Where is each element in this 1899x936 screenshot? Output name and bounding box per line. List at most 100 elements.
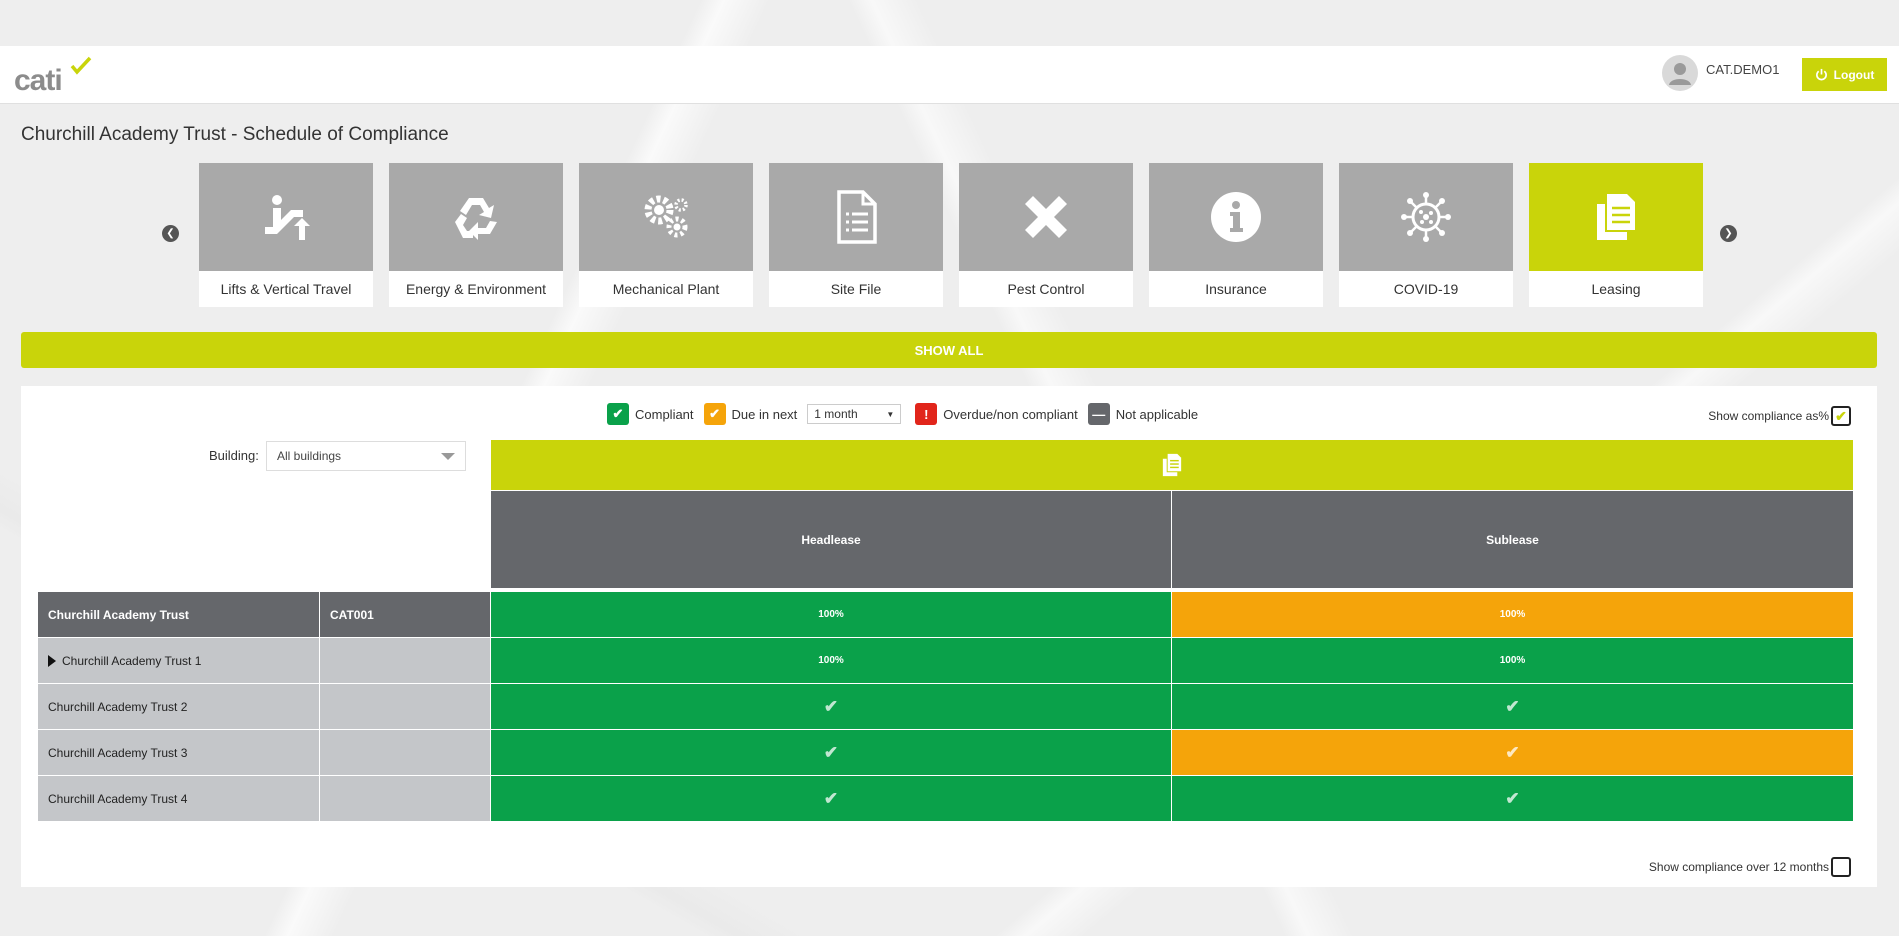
expand-arrow-icon[interactable] <box>48 654 56 667</box>
row-code <box>320 730 490 775</box>
check-icon: ✔ <box>823 742 839 762</box>
legend-label: Due in next <box>731 406 798 422</box>
row-code <box>320 638 490 683</box>
recycle-icon <box>455 198 497 240</box>
user-info[interactable]: CAT.DEMO1 <box>1662 55 1779 91</box>
period-select[interactable]: 1 month ▼ <box>807 404 902 424</box>
legend-compliant: ✔ Compliant <box>607 403 694 425</box>
compliance-panel: ✔ Compliant ✔ Due in next 1 month ▼ ! Ov… <box>21 386 1877 887</box>
show-12-months-toggle[interactable]: Show compliance over 12 months <box>1649 857 1851 877</box>
tile-label: COVID-19 <box>1393 281 1459 297</box>
tile-label: Leasing <box>1591 281 1641 297</box>
building-label: Building: <box>209 448 259 463</box>
period-value: 1 month <box>814 407 858 421</box>
building-value: All buildings <box>277 449 342 463</box>
legend-due: ✔ Due in next <box>703 403 798 425</box>
show-12-months-label: Show compliance over 12 months <box>1648 860 1829 874</box>
row-label[interactable]: Churchill Academy Trust 4 <box>38 776 319 821</box>
row-label[interactable]: Churchill Academy Trust <box>38 592 319 637</box>
row-label[interactable]: Churchill Academy Trust 1 <box>38 638 319 683</box>
copy-document-icon <box>1597 194 1635 240</box>
cati-logo[interactable]: cati <box>14 56 94 97</box>
compliance-cell[interactable]: ✔ <box>491 776 1171 821</box>
tile-leasing[interactable]: Leasing <box>1529 163 1703 307</box>
tile-label: Energy & Environment <box>405 281 547 297</box>
check-icon: ✔ <box>1505 742 1520 762</box>
info-icon <box>1211 192 1261 242</box>
svg-text:cati: cati <box>14 64 62 94</box>
show-pct-label: Show compliance as% <box>1708 409 1829 423</box>
virus-icon <box>1401 192 1451 242</box>
compliance-cell[interactable]: 100% <box>1172 638 1853 683</box>
row-code <box>320 684 490 729</box>
top-bar: cati CAT.DEMO1 Logout <box>0 46 1899 104</box>
row-label[interactable]: Churchill Academy Trust 3 <box>38 730 319 775</box>
column-header-sublease[interactable]: Sublease <box>1172 491 1853 588</box>
carousel-prev-button[interactable]: ❮ <box>162 225 179 242</box>
row-code: CAT001 <box>320 592 490 637</box>
compliance-cell[interactable]: ✔ <box>1172 684 1853 729</box>
column-header-headlease[interactable]: Headlease <box>491 491 1171 588</box>
legend-label: Not applicable <box>1115 406 1199 422</box>
tile-mechanical[interactable]: Mechanical Plant <box>579 163 753 307</box>
check-icon: ✔ <box>607 403 629 425</box>
compliance-cell[interactable]: 100% <box>1172 592 1853 637</box>
legend-label: Compliant <box>635 406 694 422</box>
building-select[interactable]: All buildings <box>266 441 466 471</box>
show-all-button[interactable]: SHOW ALL <box>21 332 1877 368</box>
show-pct-checkbox[interactable]: ✔ <box>1831 406 1851 426</box>
check-icon: ✔ <box>823 696 839 716</box>
legend-not-applicable: — Not applicable <box>1087 403 1199 425</box>
logout-button[interactable]: Logout <box>1802 58 1887 91</box>
row-code <box>320 776 490 821</box>
tile-label: Pest Control <box>1007 281 1085 297</box>
user-icon <box>1669 63 1691 85</box>
tile-label: Mechanical Plant <box>612 281 720 297</box>
legend-label: Overdue/non compliant <box>943 406 1078 422</box>
tile-lifts[interactable]: Lifts & Vertical Travel <box>199 163 373 307</box>
chevron-left-icon: ❮ <box>166 228 175 239</box>
chevron-right-icon: ❯ <box>1724 228 1733 239</box>
check-icon: ✔ <box>1505 696 1520 716</box>
tile-label: Insurance <box>1205 281 1267 297</box>
cross-icon <box>1025 196 1067 238</box>
carousel-next-button[interactable]: ❯ <box>1720 225 1737 242</box>
page-title: Churchill Academy Trust - Schedule of Co… <box>21 124 449 145</box>
check-icon: ✔ <box>703 403 726 425</box>
compliance-cell[interactable]: 100% <box>491 592 1171 637</box>
copy-document-icon <box>1162 453 1182 477</box>
minus-icon: — <box>1087 403 1110 425</box>
tile-label: Lifts & Vertical Travel <box>220 281 352 297</box>
tile-site-file[interactable]: Site File <box>769 163 943 307</box>
gears-icon <box>644 195 688 238</box>
compliance-cell[interactable]: ✔ <box>1172 776 1853 821</box>
legend: ✔ Compliant ✔ Due in next 1 month ▼ ! Ov… <box>607 403 1204 425</box>
logout-label: Logout <box>1833 67 1875 82</box>
compliance-cell[interactable]: ✔ <box>491 730 1171 775</box>
category-tiles: Lifts & Vertical Travel Energy & Environ… <box>199 163 1703 307</box>
legend-overdue: ! Overdue/non compliant <box>915 403 1078 425</box>
group-header-leasing <box>491 440 1853 490</box>
row-name: Churchill Academy Trust 1 <box>62 653 202 668</box>
check-icon: ✔ <box>823 788 839 808</box>
power-icon <box>1815 68 1827 81</box>
tile-insurance[interactable]: Insurance <box>1149 163 1323 307</box>
document-icon <box>837 190 877 244</box>
username: CAT.DEMO1 <box>1706 61 1780 77</box>
row-label[interactable]: Churchill Academy Trust 2 <box>38 684 319 729</box>
exclamation-icon: ! <box>915 403 938 425</box>
compliance-cell[interactable]: ✔ <box>1172 730 1853 775</box>
compliance-cell[interactable]: 100% <box>491 638 1171 683</box>
avatar[interactable] <box>1662 55 1698 91</box>
show-pct-toggle[interactable]: Show compliance as% ✔ <box>1708 406 1851 426</box>
tile-energy[interactable]: Energy & Environment <box>389 163 563 307</box>
chevron-down-icon <box>441 452 455 460</box>
tile-pest-control[interactable]: Pest Control <box>959 163 1133 307</box>
show-12-months-checkbox[interactable] <box>1831 857 1851 877</box>
escalator-icon <box>265 195 310 240</box>
tile-label: Site File <box>830 281 882 297</box>
compliance-cell[interactable]: ✔ <box>491 684 1171 729</box>
tile-covid[interactable]: COVID-19 <box>1339 163 1513 307</box>
caret-down-icon: ▼ <box>886 409 895 419</box>
check-icon: ✔ <box>1505 788 1520 808</box>
